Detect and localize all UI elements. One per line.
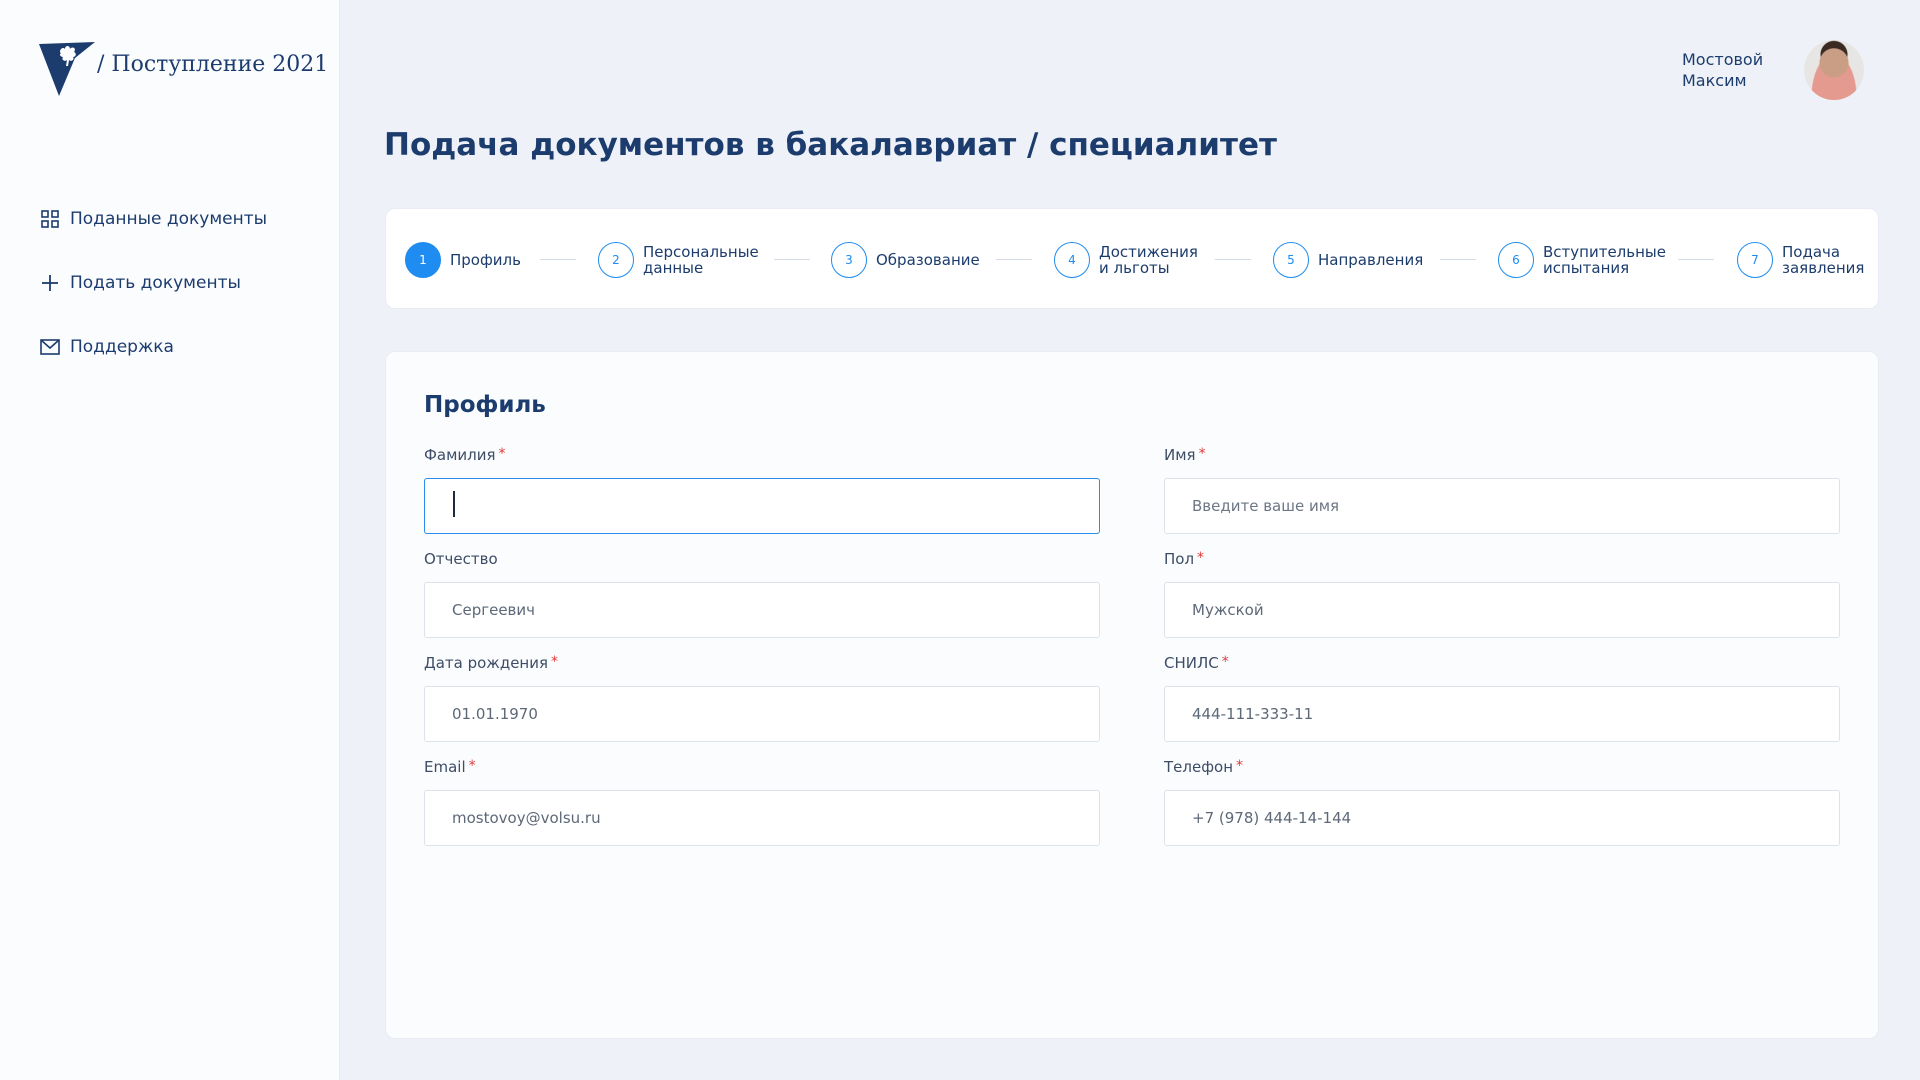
required-mark: * (1236, 758, 1244, 774)
step-number: 1 (405, 242, 441, 278)
oak-leaf-pennant-logo (39, 42, 95, 96)
sidebar: / Поступление 2021 Поданные документы По… (0, 0, 340, 1080)
step-number: 6 (1498, 242, 1534, 278)
step-submit-application[interactable]: 7 Подача заявления (1737, 241, 1864, 279)
first-name-input[interactable] (1164, 478, 1840, 534)
field-label: Фамилия * (424, 446, 1100, 466)
snils-input[interactable] (1164, 686, 1840, 742)
profile-form-card: Профиль Фамилия * Имя * Отчество Пол * Д… (385, 351, 1879, 1039)
step-number: 4 (1054, 242, 1090, 278)
field-label: Email * (424, 758, 1100, 778)
gender-field: Пол * (1164, 550, 1840, 638)
required-mark: * (498, 446, 506, 462)
birth-date-field: Дата рождения * (424, 654, 1100, 742)
text-cursor (453, 491, 455, 517)
snils-field: СНИЛС * (1164, 654, 1840, 742)
stepper: 1 Профиль 2 Персональные данные 3 Образо… (385, 208, 1879, 309)
step-connector (540, 259, 576, 260)
step-personal-data[interactable]: 2 Персональные данные (598, 241, 759, 279)
birth-date-input[interactable] (424, 686, 1100, 742)
last-name-field: Фамилия * (424, 446, 1100, 534)
sidebar-item-label: Поданные документы (70, 209, 268, 229)
required-mark: * (1221, 654, 1229, 670)
field-label: Пол * (1164, 550, 1840, 570)
plus-icon (40, 273, 60, 293)
required-mark: * (468, 758, 476, 774)
required-mark: * (551, 654, 558, 670)
avatar[interactable] (1804, 40, 1864, 100)
step-number: 5 (1273, 242, 1309, 278)
field-label-text: Email (424, 758, 466, 776)
step-entrance-exams[interactable]: 6 Вступительные испытания (1498, 241, 1666, 279)
field-label: Дата рождения * (424, 654, 1100, 674)
email-input[interactable] (424, 790, 1100, 846)
sidebar-item-submit-documents[interactable]: Подать документы (40, 266, 267, 300)
first-name-field: Имя * (1164, 446, 1840, 534)
page-title: Подача документов в бакалавриат / специа… (384, 127, 1277, 163)
step-connector (996, 259, 1032, 260)
brand[interactable]: / Поступление 2021 (39, 38, 328, 98)
step-number: 7 (1737, 242, 1773, 278)
step-education[interactable]: 3 Образование (831, 241, 980, 279)
grid-icon (40, 209, 60, 229)
step-connector (1678, 259, 1714, 260)
user-menu[interactable]: Мостовой Максим (1682, 40, 1864, 100)
sidebar-item-label: Подать документы (70, 273, 241, 293)
field-label-text: СНИЛС (1164, 654, 1219, 672)
step-directions[interactable]: 5 Направления (1273, 241, 1423, 279)
step-label: Вступительные испытания (1543, 243, 1666, 277)
step-profile[interactable]: 1 Профиль (405, 241, 521, 279)
step-label: Персональные данные (643, 243, 759, 277)
field-label: Имя * (1164, 446, 1840, 466)
step-label: Образование (876, 251, 980, 269)
last-name-input[interactable] (424, 478, 1100, 534)
step-connector (1215, 259, 1251, 260)
step-label: Достижения и льготы (1099, 243, 1198, 277)
step-connector (1440, 259, 1476, 260)
step-label: Направления (1318, 251, 1424, 269)
field-label-text: Телефон (1164, 758, 1234, 776)
field-label: Отчество (424, 550, 1100, 570)
step-number: 3 (831, 242, 867, 278)
field-label: СНИЛС * (1164, 654, 1840, 674)
field-label-text: Имя (1164, 446, 1196, 464)
gender-input[interactable] (1164, 582, 1840, 638)
sidebar-item-label: Поддержка (70, 337, 174, 357)
step-achievements[interactable]: 4 Достижения и льготы (1054, 241, 1198, 279)
sidebar-item-submitted-documents[interactable]: Поданные документы (40, 202, 267, 236)
phone-field: Телефон * (1164, 758, 1840, 846)
sidebar-item-support[interactable]: Поддержка (40, 330, 267, 364)
brand-title: / Поступление 2021 (97, 51, 329, 77)
phone-input[interactable] (1164, 790, 1840, 846)
field-label-text: Отчество (424, 550, 498, 568)
step-label: Профиль (450, 251, 521, 269)
required-mark: * (1198, 446, 1206, 462)
step-connector (774, 259, 810, 260)
field-label-text: Пол (1164, 550, 1195, 568)
sidebar-nav: Поданные документы Подать документы Подд… (40, 202, 267, 394)
patronymic-input[interactable] (424, 582, 1100, 638)
form-title: Профиль (424, 392, 546, 418)
email-field: Email * (424, 758, 1100, 846)
field-label-text: Фамилия (424, 446, 496, 464)
required-mark: * (1197, 550, 1205, 566)
patronymic-field: Отчество (424, 550, 1100, 638)
field-label: Телефон * (1164, 758, 1840, 778)
field-label-text: Дата рождения (424, 654, 548, 672)
step-label: Подача заявления (1782, 243, 1865, 277)
mail-icon (40, 337, 60, 357)
step-number: 2 (598, 242, 634, 278)
user-name: Мостовой Максим (1682, 50, 1764, 90)
